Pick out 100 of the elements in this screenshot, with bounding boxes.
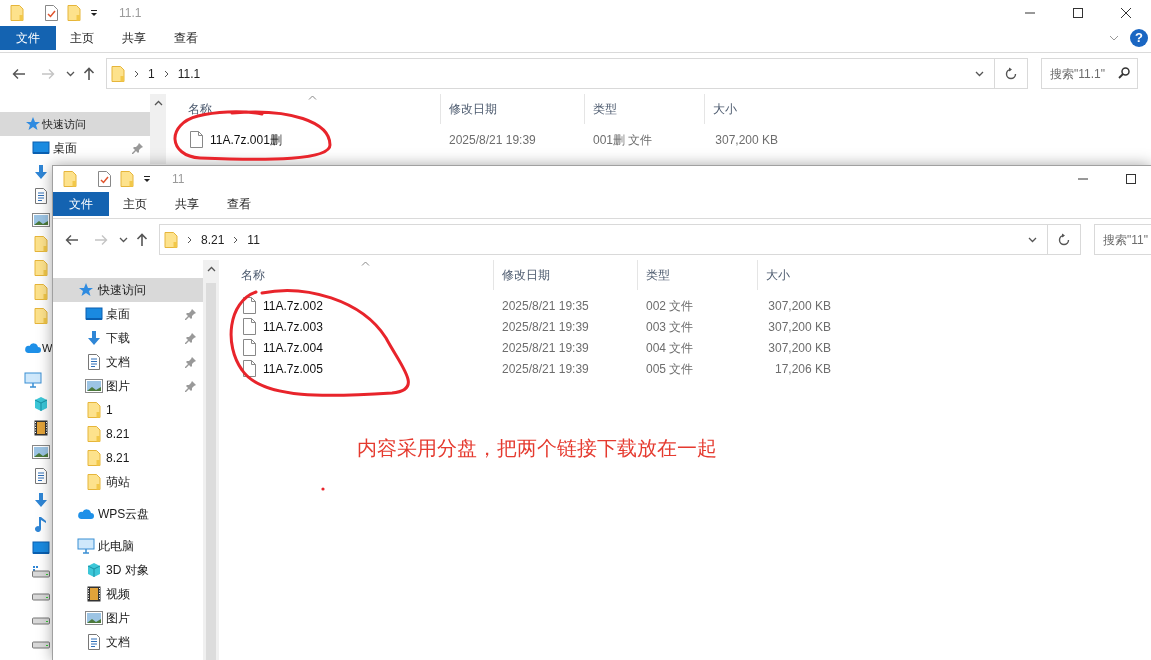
arrow-down-icon <box>33 492 49 508</box>
picture-icon <box>32 213 50 227</box>
desktop-icon <box>32 541 50 555</box>
ribbon-tab[interactable]: 文件 <box>0 26 56 50</box>
column-header[interactable]: 名称 <box>241 266 265 284</box>
scrollbar[interactable] <box>203 260 219 660</box>
ribbon-tab[interactable]: 共享 <box>161 192 213 216</box>
folder-icon <box>67 5 81 21</box>
arrow-up-icon <box>136 232 148 247</box>
arrow-left-icon <box>12 67 26 80</box>
table-cell-text: 17,206 KB <box>773 360 832 378</box>
maximize-icon <box>1073 8 1083 18</box>
table-cell-text: 004 文件 <box>645 339 695 357</box>
chevron-right-icon <box>134 69 140 78</box>
window-title: 11.1 <box>119 5 142 22</box>
address-bar[interactable]: 8.21 11 <box>159 224 1048 255</box>
ribbon-tab[interactable]: 共享 <box>108 26 160 50</box>
sidebar-item[interactable]: 图片 <box>53 606 130 630</box>
table-cell-text: 2025/8/21 19:39 <box>448 131 537 149</box>
refresh-icon <box>1058 233 1070 246</box>
refresh-button[interactable] <box>995 58 1028 89</box>
scrollbar[interactable] <box>150 94 166 164</box>
ribbon-tab[interactable]: 主页 <box>56 26 108 50</box>
breadcrumb-item[interactable]: 1 <box>148 64 155 83</box>
refresh-button[interactable] <box>1048 224 1081 255</box>
column-header[interactable]: 修改日期 <box>502 266 550 284</box>
column-header[interactable]: 类型 <box>593 100 617 118</box>
sidebar-item[interactable]: 1 <box>53 398 113 422</box>
chevron-down-icon <box>1027 236 1037 243</box>
breadcrumb-item[interactable]: 11 <box>247 230 260 249</box>
folder-icon <box>34 284 48 300</box>
sidebar-item[interactable]: 萌站 <box>53 470 130 494</box>
breadcrumb-item[interactable]: 8.21 <box>201 230 225 249</box>
column-header[interactable]: 修改日期 <box>449 100 497 118</box>
file-item[interactable]: 11A.7z.001删 <box>166 129 441 150</box>
column-header[interactable]: 大小 <box>713 100 737 118</box>
chevron-down-icon <box>118 236 128 243</box>
minimize-icon <box>1078 178 1088 180</box>
sidebar-item[interactable]: 8.21 <box>53 422 130 446</box>
ribbon-tab[interactable]: 查看 <box>160 26 212 50</box>
folder-icon <box>164 231 178 248</box>
chevron-down-icon <box>974 70 984 77</box>
folder-icon <box>87 426 101 442</box>
pin-icon <box>185 380 197 392</box>
drive-icon <box>32 591 50 601</box>
chevron-right-icon <box>233 235 240 244</box>
file-item[interactable]: 11A.7z.002 <box>219 295 494 316</box>
desktop-icon <box>85 307 103 321</box>
chevron-down-icon <box>65 70 75 77</box>
arrow-down-icon <box>33 164 49 180</box>
monitor-icon <box>24 372 42 388</box>
document-icon <box>34 188 48 204</box>
file-item[interactable]: 11A.7z.004 <box>219 337 494 358</box>
breadcrumb-item[interactable]: 11.1 <box>177 64 201 83</box>
document-check-icon <box>45 5 58 21</box>
help-button[interactable]: ? <box>1130 29 1148 47</box>
ribbon-tab[interactable]: 查看 <box>213 192 265 216</box>
sidebar-item[interactable]: WPS云盘 <box>53 502 150 526</box>
folder-icon <box>120 171 134 187</box>
sidebar-item[interactable]: 此电脑 <box>53 534 134 558</box>
chevron-right-icon <box>187 235 193 244</box>
search-icon <box>1118 67 1130 79</box>
document-icon <box>87 354 101 370</box>
file-item[interactable]: 11A.7z.003 <box>219 316 494 337</box>
search-field[interactable]: 搜索"11" <box>1094 224 1151 255</box>
picture-icon <box>85 379 103 393</box>
table-cell-text: 2025/8/21 19:39 <box>501 339 590 357</box>
drive-icon <box>32 566 50 578</box>
annotation-text: 内容采用分盘，把两个链接下载放在一起 <box>357 436 717 461</box>
sort-caret-icon <box>308 95 317 100</box>
table-cell-text: 307,200 KB <box>714 131 779 149</box>
caret-down-icon <box>90 9 98 17</box>
address-bar[interactable]: 1 11.1 <box>106 58 995 89</box>
file-item[interactable]: 11A.7z.005 <box>219 358 494 379</box>
column-header[interactable]: 类型 <box>646 266 670 284</box>
file-icon <box>243 339 256 356</box>
arrow-up-icon <box>83 66 95 81</box>
arrow-down-icon <box>86 330 102 346</box>
folder-icon <box>87 474 101 490</box>
search-field[interactable]: 搜索"11.1" <box>1041 58 1138 89</box>
sidebar-item[interactable]: 文档 <box>53 630 130 654</box>
sidebar-item[interactable]: 8.21 <box>53 446 130 470</box>
table-cell-text: 2025/8/21 19:39 <box>501 360 590 378</box>
picture-icon <box>85 611 103 625</box>
sidebar-item[interactable]: 快速访问 <box>53 278 203 302</box>
ribbon-tab[interactable]: 主页 <box>109 192 161 216</box>
sidebar-item[interactable]: 快速访问 <box>0 112 150 136</box>
cube-icon <box>86 562 102 578</box>
ribbon-tab[interactable]: 文件 <box>53 192 109 216</box>
desktop-icon <box>32 141 50 155</box>
table-cell-text: 2025/8/21 19:35 <box>501 297 590 315</box>
star-icon <box>78 282 94 298</box>
sidebar-item[interactable]: 3D 对象 <box>53 558 149 582</box>
arrow-left-icon <box>65 233 79 246</box>
table-cell-text: 307,200 KB <box>767 297 832 315</box>
table-cell-text: 307,200 KB <box>767 318 832 336</box>
table-cell-text: 005 文件 <box>645 360 695 378</box>
film-icon <box>87 586 101 602</box>
column-header[interactable]: 大小 <box>766 266 790 284</box>
sidebar-item[interactable]: 视频 <box>53 582 130 606</box>
